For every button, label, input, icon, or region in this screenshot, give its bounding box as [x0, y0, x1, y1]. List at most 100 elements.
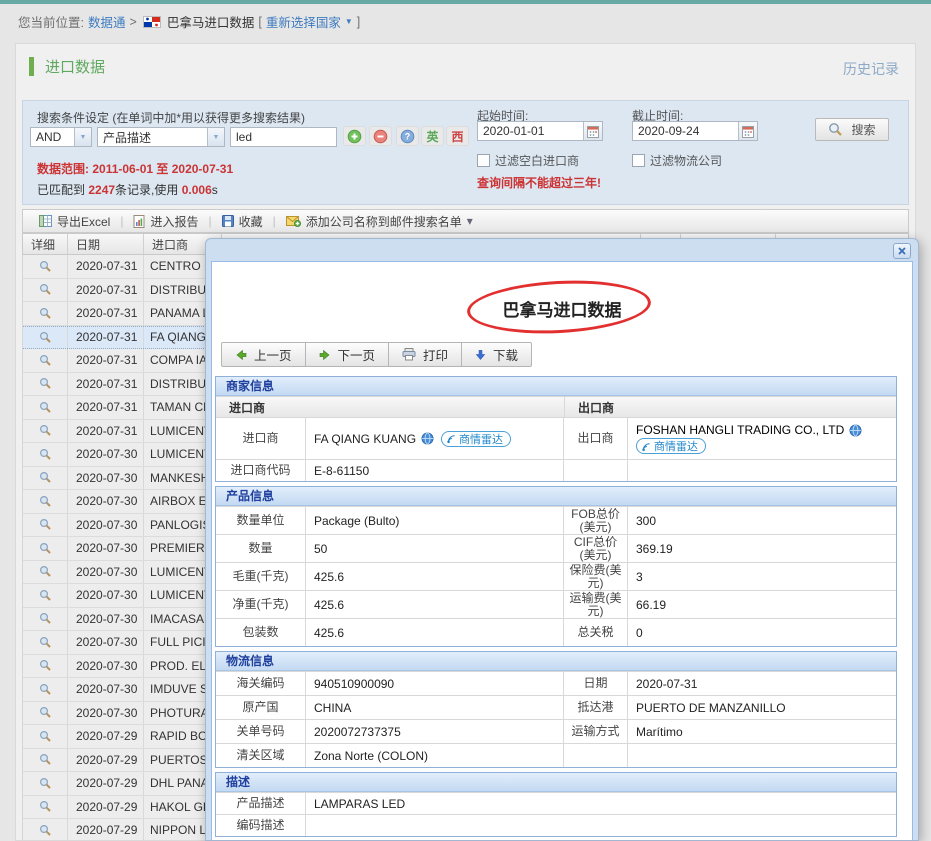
end-date-input[interactable] [633, 122, 738, 140]
favorite-button[interactable]: 收藏 [214, 213, 271, 230]
magnifier-icon[interactable] [39, 448, 52, 461]
magnifier-icon[interactable] [39, 471, 52, 484]
field-label: 保险费(美元) [564, 563, 628, 590]
next-page-button[interactable]: 下一页 [305, 342, 390, 367]
search-field-select[interactable]: 产品描述 ▼ [97, 127, 225, 147]
magnifier-icon[interactable] [39, 777, 52, 790]
add-condition-button[interactable] [343, 126, 366, 146]
magnifier-icon[interactable] [39, 612, 52, 625]
row-detail-cell[interactable] [23, 537, 68, 560]
chevron-down-icon[interactable]: ▼ [207, 128, 224, 146]
search-button[interactable]: 搜索 [815, 118, 889, 141]
row-detail-cell[interactable] [23, 467, 68, 490]
lang-spanish-button[interactable]: 西 [446, 126, 469, 146]
magnifier-icon[interactable] [39, 424, 52, 437]
calendar-icon[interactable] [738, 122, 757, 140]
magnifier-icon[interactable] [39, 636, 52, 649]
row-detail-cell[interactable] [23, 749, 68, 772]
magnifier-icon[interactable] [39, 706, 52, 719]
row-date: 2020-07-29 [68, 772, 144, 795]
row-detail-cell[interactable] [23, 561, 68, 584]
print-button[interactable]: 打印 [388, 342, 462, 367]
magnifier-icon[interactable] [39, 401, 52, 414]
magnifier-icon[interactable] [39, 307, 52, 320]
filter-blank-importer-option: 过滤空白进口商 [477, 152, 579, 169]
download-button[interactable]: 下载 [461, 342, 532, 367]
row-detail-cell[interactable] [23, 655, 68, 678]
field-value: PUERTO DE MANZANILLO [628, 696, 896, 719]
exporter-radar-badge[interactable]: 商情雷达 [636, 438, 706, 454]
magnifier-icon[interactable] [39, 260, 52, 273]
help-button[interactable]: ? [396, 126, 419, 146]
magnifier-icon[interactable] [39, 331, 52, 344]
reselect-country-link[interactable]: 重新选择国家 [266, 12, 341, 31]
globe-icon[interactable] [849, 424, 862, 437]
start-date-input[interactable] [478, 122, 583, 140]
row-detail-cell[interactable] [23, 725, 68, 748]
filter-logistics-checkbox[interactable] [632, 154, 645, 167]
magnifier-icon[interactable] [39, 800, 52, 813]
bool-operator-select[interactable]: AND ▼ [30, 127, 92, 147]
magnifier-icon[interactable] [39, 283, 52, 296]
importer-label: 进口商 [216, 418, 306, 459]
row-detail-cell[interactable] [23, 420, 68, 443]
magnifier-icon[interactable] [39, 542, 52, 555]
row-detail-cell[interactable] [23, 631, 68, 654]
history-link[interactable]: 历史记录 [843, 59, 899, 79]
title-green-bar [29, 57, 34, 76]
globe-icon[interactable] [421, 432, 434, 445]
magnifier-icon[interactable] [39, 730, 52, 743]
calendar-icon[interactable] [583, 122, 602, 140]
row-detail-cell[interactable] [23, 490, 68, 513]
magnifier-icon[interactable] [39, 565, 52, 578]
row-date: 2020-07-31 [68, 255, 144, 278]
magnifier-icon[interactable] [39, 377, 52, 390]
export-excel-button[interactable]: 导出Excel [31, 213, 118, 230]
row-detail-cell[interactable] [23, 702, 68, 725]
field-value: Marítimo [628, 720, 896, 743]
row-detail-cell[interactable] [23, 584, 68, 607]
modal-close-button[interactable] [893, 243, 911, 259]
row-detail-cell[interactable] [23, 373, 68, 396]
add-mail-list-button[interactable]: 添加公司名称到邮件搜索名单 ▾ [278, 213, 481, 230]
magnifier-icon[interactable] [39, 518, 52, 531]
magnifier-icon[interactable] [39, 354, 52, 367]
lang-english-button[interactable]: 英 [421, 126, 444, 146]
row-detail-cell[interactable] [23, 772, 68, 795]
column-header-date[interactable]: 日期 [68, 234, 144, 254]
row-date: 2020-07-30 [68, 467, 144, 490]
filter-blank-importer-checkbox[interactable] [477, 154, 490, 167]
remove-condition-button[interactable] [369, 126, 392, 146]
row-detail-cell[interactable] [23, 349, 68, 372]
field-label: FOB总价(美元) [564, 507, 628, 534]
magnifier-icon[interactable] [39, 589, 52, 602]
magnifier-icon[interactable] [39, 753, 52, 766]
enter-report-button[interactable]: 进入报告 [125, 213, 206, 230]
chevron-down-icon[interactable]: ▼ [74, 128, 91, 146]
breadcrumb-site-link[interactable]: 数据通 [88, 12, 126, 31]
row-detail-cell[interactable] [23, 255, 68, 278]
field-label: 清关区域 [216, 744, 306, 767]
row-detail-cell[interactable] [23, 796, 68, 819]
row-detail-cell[interactable] [23, 443, 68, 466]
row-detail-cell[interactable] [23, 396, 68, 419]
magnifier-icon[interactable] [39, 824, 52, 837]
magnifier-icon[interactable] [39, 683, 52, 696]
magnifier-icon[interactable] [39, 659, 52, 672]
prev-page-button[interactable]: 上一页 [221, 342, 306, 367]
field-value: 425.6 [306, 591, 564, 618]
row-detail-cell[interactable] [23, 678, 68, 701]
magnifier-icon[interactable] [39, 495, 52, 508]
row-detail-cell[interactable] [23, 608, 68, 631]
row-detail-cell[interactable] [23, 279, 68, 302]
column-header-detail[interactable]: 详细 [23, 234, 68, 254]
importer-radar-badge[interactable]: 商情雷达 [441, 431, 511, 447]
row-detail-cell[interactable] [23, 819, 68, 840]
modal-title-area: 巴拿马进口数据 [212, 296, 912, 321]
reselect-country-arrow-icon[interactable]: ▼ [345, 17, 353, 26]
row-detail-cell[interactable] [23, 514, 68, 537]
row-detail-cell[interactable] [23, 327, 68, 349]
search-button-label: 搜索 [851, 121, 875, 138]
keyword-input[interactable] [230, 127, 337, 147]
row-detail-cell[interactable] [23, 302, 68, 325]
